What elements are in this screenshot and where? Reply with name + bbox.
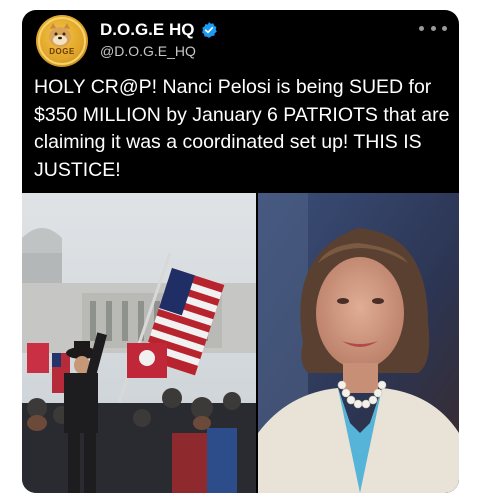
avatar[interactable]: DOGE [36, 15, 88, 67]
avatar-label: DOGE [49, 47, 75, 56]
tweet-card: DOGE D.O.G.E HQ @D.O.G.E_HQ HOLY CR@P! N… [22, 10, 459, 493]
doge-coin-icon [38, 17, 86, 65]
more-options-icon[interactable] [419, 18, 447, 38]
dot-icon [442, 25, 447, 31]
dot-icon [430, 25, 436, 31]
display-name[interactable]: D.O.G.E HQ [100, 20, 194, 40]
dot-icon [419, 25, 424, 31]
handle[interactable]: @D.O.G.E_HQ [100, 43, 196, 59]
portrait-photo-image [258, 193, 459, 493]
tweet-header: DOGE D.O.G.E HQ @D.O.G.E_HQ [22, 10, 459, 70]
verified-badge-icon [202, 22, 218, 38]
portrait-photo[interactable] [258, 193, 459, 493]
tweet-media[interactable] [22, 193, 459, 493]
name-row: D.O.G.E HQ [100, 19, 218, 41]
rally-photo[interactable] [22, 193, 256, 493]
tweet-text: HOLY CR@P! Nanci Pelosi is being SUED fo… [34, 76, 450, 181]
rally-photo-image [22, 193, 256, 493]
